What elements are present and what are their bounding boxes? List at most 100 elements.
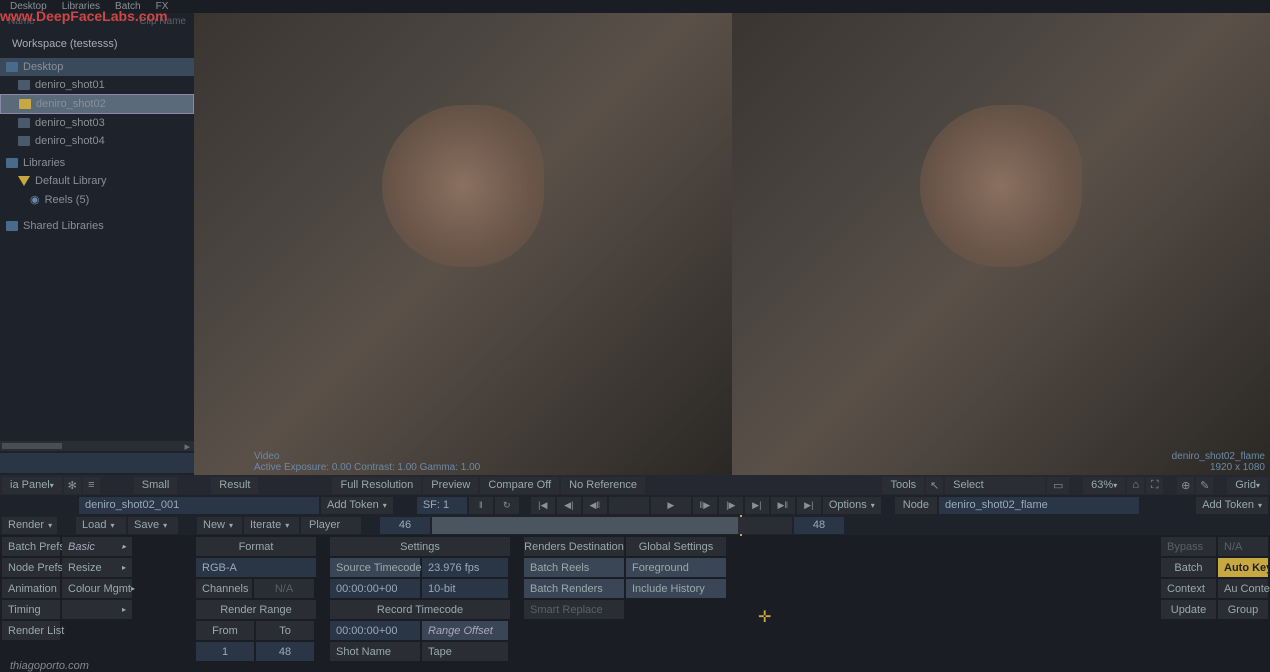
node-name-input[interactable]: deniro_shot02_flame: [939, 497, 1139, 514]
play-back-button[interactable]: [609, 497, 649, 514]
update-button[interactable]: Update: [1161, 600, 1216, 619]
tc-input[interactable]: 00:00:00+00: [330, 579, 420, 598]
load-dropdown[interactable]: Load: [76, 517, 126, 534]
tree-desktop[interactable]: Desktop: [0, 58, 194, 76]
context-dropdown[interactable]: Context: [1161, 579, 1216, 598]
from-input[interactable]: 1: [196, 642, 254, 661]
pause-button[interactable]: ‖: [469, 497, 493, 514]
rgba-input[interactable]: RGB-A: [196, 558, 316, 577]
zoom-dropdown[interactable]: 63%: [1083, 477, 1125, 494]
preview-button[interactable]: Preview: [423, 477, 478, 494]
auto-key-button[interactable]: Auto Key: [1218, 558, 1268, 577]
step-back-button[interactable]: ◀‖: [583, 497, 607, 514]
small-button[interactable]: Small: [134, 477, 178, 494]
frame-icon[interactable]: ▭: [1047, 477, 1069, 494]
source-tc-button[interactable]: Source Timecode: [330, 558, 420, 577]
clip-name-input[interactable]: deniro_shot02_001: [79, 497, 319, 514]
new-dropdown[interactable]: New: [197, 517, 242, 534]
bottom-panel: Batch Prefs Node Prefs Animation Timing …: [0, 535, 1270, 665]
workspace-header[interactable]: Workspace (testesss): [0, 30, 194, 58]
add-token-dropdown[interactable]: Add Token: [321, 497, 393, 514]
tree-shot01[interactable]: deniro_shot01: [0, 76, 194, 94]
batch-button[interactable]: Batch: [1161, 558, 1216, 577]
viewer-status: Video Active Exposure: 0.00 Contrast: 1.…: [254, 451, 480, 473]
batch-reels-button[interactable]: Batch Reels: [524, 558, 624, 577]
expand-icon[interactable]: ⛶: [1146, 477, 1163, 494]
brush-icon[interactable]: ✎: [1196, 477, 1213, 494]
compare-button[interactable]: Compare Off: [480, 477, 559, 494]
viewer-right[interactable]: [732, 13, 1270, 475]
timeline-track[interactable]: [432, 517, 792, 534]
iterate-dropdown[interactable]: Iterate: [244, 517, 299, 534]
tree-default-library[interactable]: Default Library: [0, 172, 194, 190]
sidebar-search-input[interactable]: [0, 453, 194, 473]
batch-prefs-button[interactable]: Batch Prefs: [2, 537, 60, 556]
panel-dropdown[interactable]: ia Panel: [2, 477, 62, 494]
sf-input[interactable]: SF: 1: [417, 497, 467, 514]
frame-out-input[interactable]: 48: [794, 517, 844, 534]
tree-shared-libraries[interactable]: Shared Libraries: [0, 217, 194, 235]
colour-mgmt-button[interactable]: Colour Mgmt: [62, 579, 132, 598]
tree-libraries[interactable]: Libraries: [0, 154, 194, 172]
include-history-button[interactable]: Include History: [626, 579, 726, 598]
basic-button[interactable]: Basic: [62, 537, 132, 556]
grid-dropdown[interactable]: Grid: [1227, 477, 1268, 494]
arrow-icon[interactable]: ↖: [926, 477, 943, 494]
render-dropdown[interactable]: Render: [2, 517, 57, 534]
node-prefs-button[interactable]: Node Prefs: [2, 558, 60, 577]
to-input[interactable]: 48: [256, 642, 314, 661]
tape-label: Tape: [422, 642, 508, 661]
render-range-header: Render Range: [196, 600, 316, 619]
add-token2-dropdown[interactable]: Add Token: [1196, 497, 1268, 514]
next-key-button[interactable]: ▶‖: [771, 497, 795, 514]
sidebar-scrollbar[interactable]: ▸: [0, 441, 194, 451]
timing-sub-button[interactable]: [62, 600, 132, 619]
smart-replace-button[interactable]: Smart Replace: [524, 600, 624, 619]
options-dropdown[interactable]: Options: [823, 497, 881, 514]
add-icon[interactable]: ⊕: [1177, 477, 1194, 494]
skip-start-button[interactable]: |◀: [531, 497, 555, 514]
full-resolution-button[interactable]: Full Resolution: [332, 477, 421, 494]
animation-button[interactable]: Animation: [2, 579, 60, 598]
folder-icon: [6, 221, 18, 231]
folder-icon: [6, 62, 18, 72]
timing-button[interactable]: Timing: [2, 600, 60, 619]
scrollbar-thumb[interactable]: [2, 443, 62, 449]
fps-input[interactable]: 23.976 fps: [422, 558, 508, 577]
tree-shot02[interactable]: deniro_shot02: [0, 94, 194, 114]
render-list-button[interactable]: Render List: [2, 621, 60, 640]
player-button[interactable]: Player: [301, 517, 361, 534]
tree-shot04[interactable]: deniro_shot04: [0, 132, 194, 150]
play-button[interactable]: ▶: [651, 497, 691, 514]
timeline-playhead[interactable]: [740, 515, 742, 536]
skip-end-button[interactable]: ▶|: [745, 497, 769, 514]
tc2-input[interactable]: 00:00:00+00: [330, 621, 420, 640]
home-icon[interactable]: ⌂: [1127, 477, 1144, 494]
next-frame-button[interactable]: |▶: [719, 497, 743, 514]
gear-icon[interactable]: ✻: [64, 477, 81, 494]
save-dropdown[interactable]: Save: [128, 517, 178, 534]
step-fwd-button[interactable]: ‖▶: [693, 497, 717, 514]
tree-shot03[interactable]: deniro_shot03: [0, 114, 194, 132]
foreground-button[interactable]: Foreground: [626, 558, 726, 577]
frame-in-input[interactable]: 46: [380, 517, 430, 534]
result-button[interactable]: Result: [211, 477, 258, 494]
loop-button[interactable]: ↻: [495, 497, 519, 514]
last-button[interactable]: ▶|: [797, 497, 821, 514]
select-button[interactable]: Select: [945, 477, 1045, 494]
resize-button[interactable]: Resize: [62, 558, 132, 577]
au-context-button[interactable]: Au Context: [1218, 579, 1268, 598]
bypass-button[interactable]: Bypass: [1161, 537, 1216, 556]
tools-button[interactable]: Tools: [882, 477, 924, 494]
no-reference-button[interactable]: No Reference: [561, 477, 645, 494]
tree-reels[interactable]: ◉ Reels (5): [0, 190, 194, 209]
list-icon[interactable]: ≡: [83, 477, 100, 494]
viewer-left[interactable]: [194, 13, 732, 475]
batch-renders-button[interactable]: Batch Renders: [524, 579, 624, 598]
bit-input[interactable]: 10-bit: [422, 579, 508, 598]
range-offset-button[interactable]: Range Offset: [422, 621, 508, 640]
clip-icon: [19, 99, 31, 109]
group-button[interactable]: Group: [1218, 600, 1268, 619]
prev-frame-button[interactable]: ◀|: [557, 497, 581, 514]
renders-dest-header: Renders Destination: [524, 537, 624, 556]
